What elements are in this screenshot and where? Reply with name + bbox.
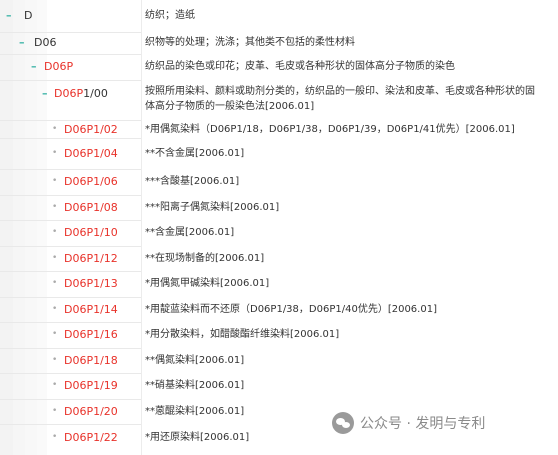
collapse-toggle-icon[interactable]: – [42,88,48,99]
class-description: *用分散染料，如醋酸酯纤维染料[2006.01] [145,329,340,340]
bullet-icon: • [52,355,58,365]
bullet-icon: • [52,202,58,212]
class-description: ***含酸基[2006.01] [145,176,240,187]
bullet-icon: • [52,304,58,314]
class-code[interactable]: D06P1/00 [54,88,108,99]
class-description: **偶氮染料[2006.01] [145,355,245,366]
tree-row-d06p1-04[interactable]: • D06P1/04 **不含金属[2006.01] [0,138,558,170]
tree-row-d06[interactable]: – D06 织物等的处理；洗涤；其他类不包括的柔性材料 [0,32,558,55]
tree-row-d06p1-13[interactable]: • D06P1/13 *用偶氮甲碱染料[2006.01] [0,271,558,298]
bullet-icon: • [52,148,58,158]
tree-row-d06p1-10[interactable]: • D06P1/10 **含金属[2006.01] [0,220,558,247]
class-description: ***阳离子偶氮染料[2006.01] [145,202,280,213]
bullet-icon: • [52,278,58,288]
class-code[interactable]: D06P1/14 [64,304,118,315]
class-code[interactable]: D06P1/10 [64,227,118,238]
bullet-icon: • [52,176,58,186]
class-description: **含金属[2006.01] [145,227,235,238]
tree-row-d06p1-02[interactable]: • D06P1/02 *用偶氮染料（D06P1/18，D06P1/38，D06P… [0,120,558,139]
class-code[interactable]: D06P1/20 [64,406,118,417]
bullet-icon: • [52,329,58,339]
collapse-toggle-icon[interactable]: – [31,61,37,72]
watermark: 公众号 · 发明与专利 [332,412,485,434]
class-description: 纺织；造纸 [145,10,195,21]
class-code[interactable]: D06P1/06 [64,176,118,187]
class-code[interactable]: D06 [34,37,56,48]
tree-row-d06p1-14[interactable]: • D06P1/14 *用靛蓝染料而不还原（D06P1/38，D06P1/40优… [0,297,558,323]
class-code[interactable]: D06P1/13 [64,278,118,289]
class-code[interactable]: D06P1/08 [64,202,118,213]
class-code[interactable]: D06P1/22 [64,432,118,443]
class-code-prefix: D06P [54,87,84,100]
bullet-icon: • [52,124,58,134]
class-code[interactable]: D06P1/18 [64,355,118,366]
class-description: **在现场制备的[2006.01] [145,253,265,264]
class-code[interactable]: D06P1/12 [64,253,118,264]
tree-row-d06p[interactable]: – D06P 纺织品的染色或印花；皮革、毛皮或各种形状的固体高分子物质的染色 [0,54,558,81]
class-description: **不含金属[2006.01] [145,148,245,159]
watermark-text: 公众号 · 发明与专利 [360,416,486,432]
bullet-icon: • [52,406,58,416]
tree-row-d06p1-12[interactable]: • D06P1/12 **在现场制备的[2006.01] [0,246,558,272]
class-description: *用靛蓝染料而不还原（D06P1/38，D06P1/40优先）[2006.01] [145,304,437,315]
class-code[interactable]: D06P1/04 [64,148,118,159]
tree-row-d[interactable]: – D 纺织；造纸 [0,0,558,33]
wechat-icon [332,412,354,434]
collapse-toggle-icon[interactable]: – [6,10,12,21]
class-code[interactable]: D06P1/19 [64,380,118,391]
bullet-icon: • [52,380,58,390]
class-code[interactable]: D06P1/16 [64,329,118,340]
tree-row-d06p1-06[interactable]: • D06P1/06 ***含酸基[2006.01] [0,169,558,196]
bullet-icon: • [52,432,58,442]
class-code-suffix: 1/00 [83,87,108,100]
class-description: **硝基染料[2006.01] [145,380,245,391]
bullet-icon: • [52,253,58,263]
class-description: 织物等的处理；洗涤；其他类不包括的柔性材料 [145,37,355,48]
tree-row-d06p1-18[interactable]: • D06P1/18 **偶氮染料[2006.01] [0,348,558,374]
class-description: *用偶氮甲碱染料[2006.01] [145,278,270,289]
class-code[interactable]: D06P [44,61,73,72]
class-description: 按照所用染料、颜料或助剂分类的，纺织品的一般印、染法和皮革、毛皮或各种形状的固体… [145,86,535,112]
ipc-classification-tree: – D 纺织；造纸 – D06 织物等的处理；洗涤；其他类不包括的柔性材料 – … [0,0,558,455]
class-description: 纺织品的染色或印花；皮革、毛皮或各种形状的固体高分子物质的染色 [145,61,455,72]
tree-row-d06p1-08[interactable]: • D06P1/08 ***阳离子偶氮染料[2006.01] [0,195,558,221]
tree-row-d06p1-00[interactable]: – D06P1/00 按照所用染料、颜料或助剂分类的，纺织品的一般印、染法和皮革… [0,80,558,121]
tree-row-d06p1-16[interactable]: • D06P1/16 *用分散染料，如醋酸酯纤维染料[2006.01] [0,322,558,349]
collapse-toggle-icon[interactable]: – [19,37,25,48]
tree-row-d06p1-19[interactable]: • D06P1/19 **硝基染料[2006.01] [0,373,558,400]
class-code[interactable]: D [24,10,32,21]
class-description: *用偶氮染料（D06P1/18，D06P1/38，D06P1/39，D06P1/… [145,124,515,135]
bullet-icon: • [52,227,58,237]
class-code[interactable]: D06P1/02 [64,124,118,135]
